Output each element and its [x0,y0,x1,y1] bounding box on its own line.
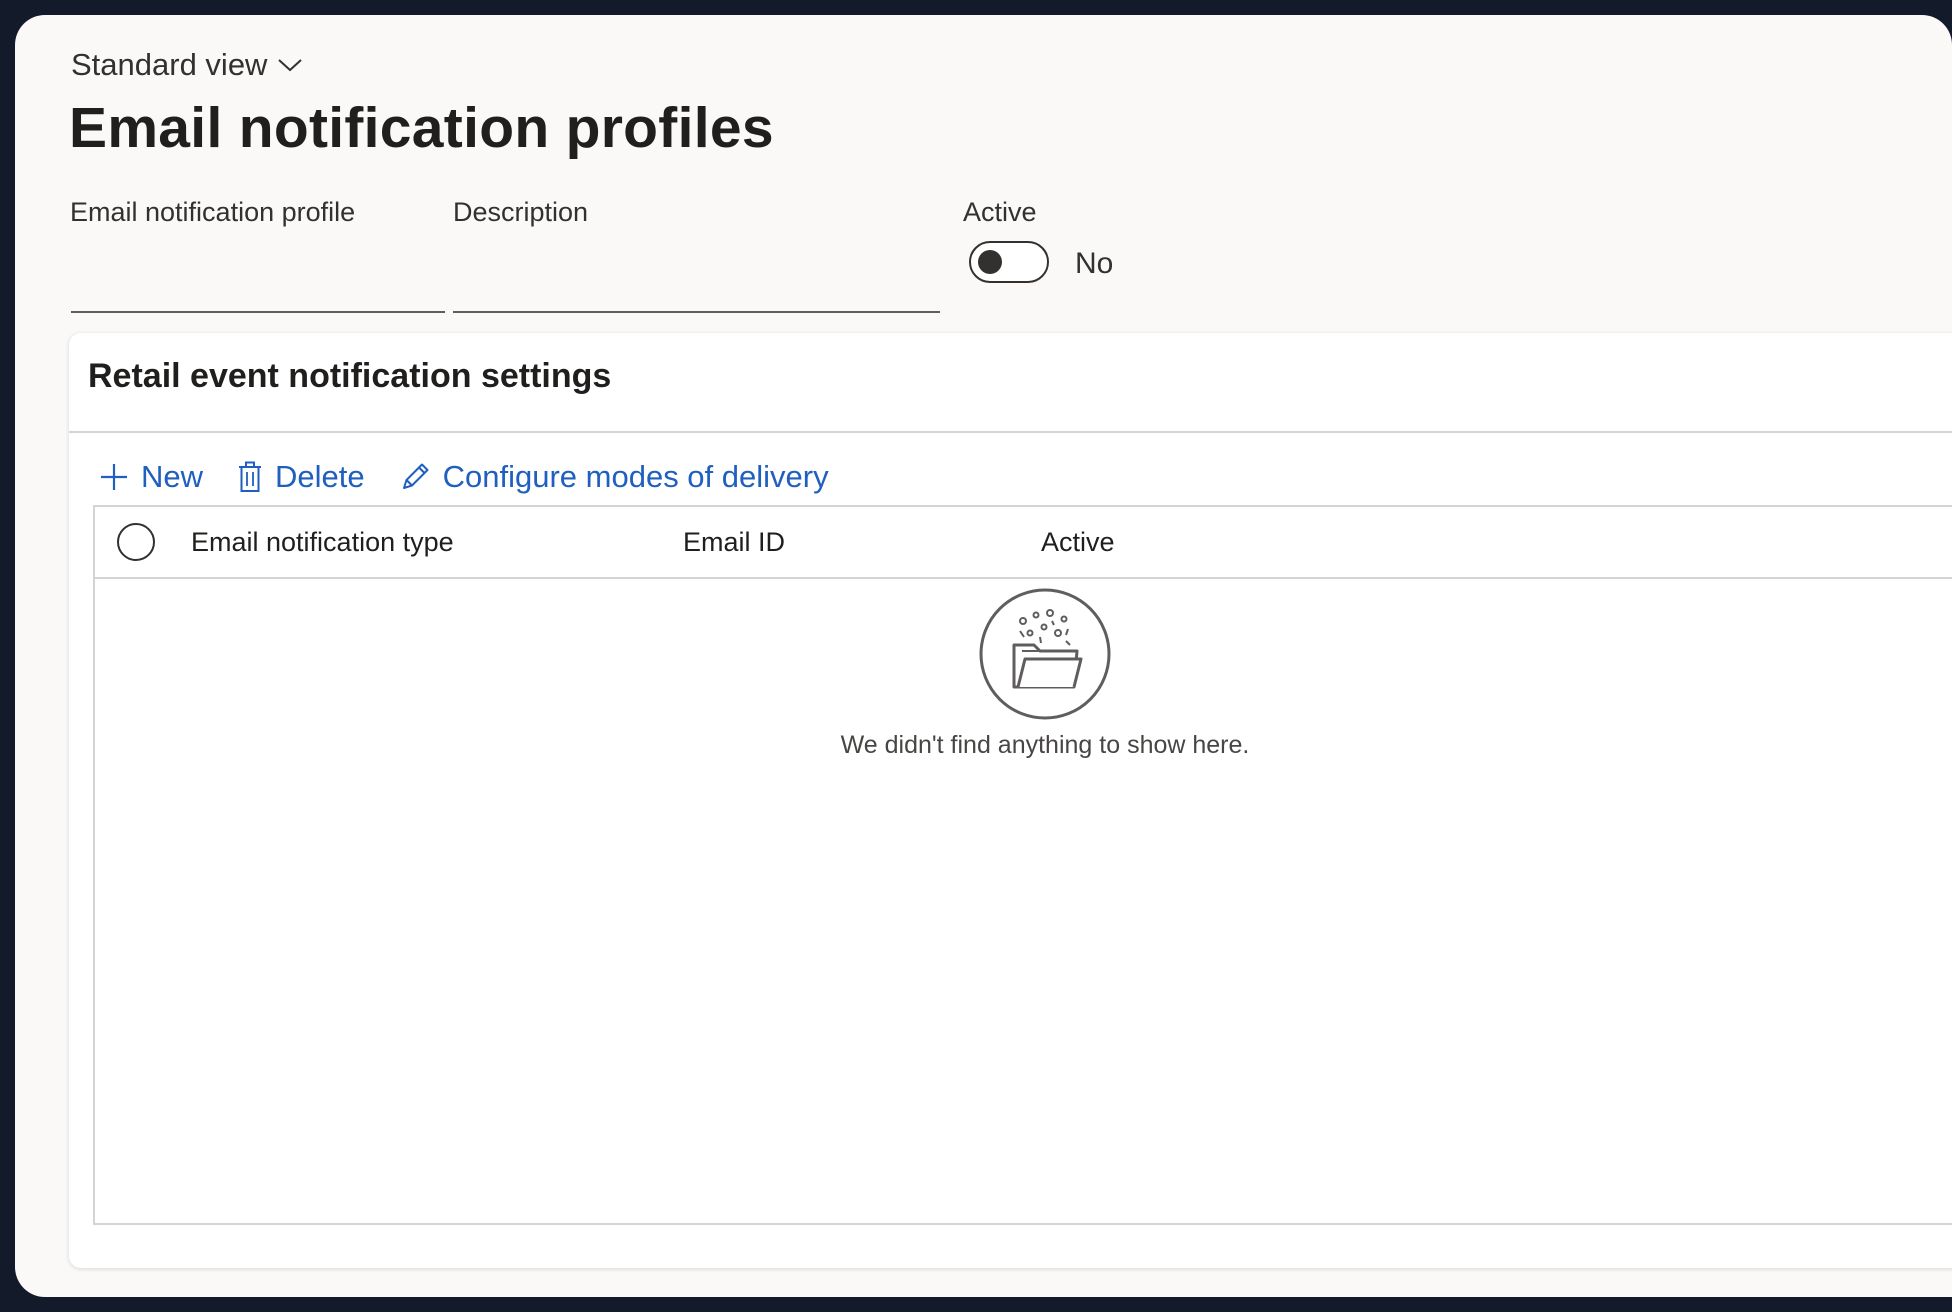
active-toggle-value: No [1075,247,1114,280]
profile-field[interactable] [71,255,445,313]
column-header-email-id[interactable]: Email ID [683,527,785,558]
trash-icon [237,461,263,493]
plus-icon [99,462,129,492]
chevron-down-icon [277,57,303,73]
column-header-active[interactable]: Active [1041,527,1115,558]
app-window: Standard view Email notification profile… [15,15,1952,1297]
configure-delivery-label: Configure modes of delivery [442,459,829,494]
description-field[interactable] [453,255,940,313]
configure-delivery-button[interactable]: Configure modes of delivery [399,459,829,495]
profile-field-label: Email notification profile [70,197,356,227]
active-toggle[interactable] [969,241,1049,283]
view-selector-label: Standard view [71,47,268,82]
new-button[interactable]: New [99,459,203,495]
empty-state: We didn't find anything to show here. [765,587,1325,760]
grid-header: Email notification type Email ID Active [95,507,1952,579]
panel-title: Retail event notification settings [88,357,612,395]
delete-button-label: Delete [275,459,365,494]
description-field-label: Description [453,197,589,227]
column-header-email-notification-type[interactable]: Email notification type [191,527,454,558]
panel-divider [69,431,1952,433]
empty-folder-icon [765,587,1325,721]
notification-grid: Email notification type Email ID Active [93,505,1952,1225]
pencil-icon [399,461,431,493]
page-title: Email notification profiles [69,96,774,160]
toggle-knob [978,250,1002,274]
select-all-checkbox[interactable] [117,523,155,561]
delete-button[interactable]: Delete [237,459,365,495]
empty-state-message: We didn't find anything to show here. [840,731,1250,759]
active-field-label: Active [963,197,1037,227]
view-selector[interactable]: Standard view [71,47,303,83]
grid-toolbar: New Delete Configure modes of delivery [99,459,829,495]
new-button-label: New [141,459,204,494]
retail-event-notification-panel: Retail event notification settings New D… [69,333,1952,1268]
